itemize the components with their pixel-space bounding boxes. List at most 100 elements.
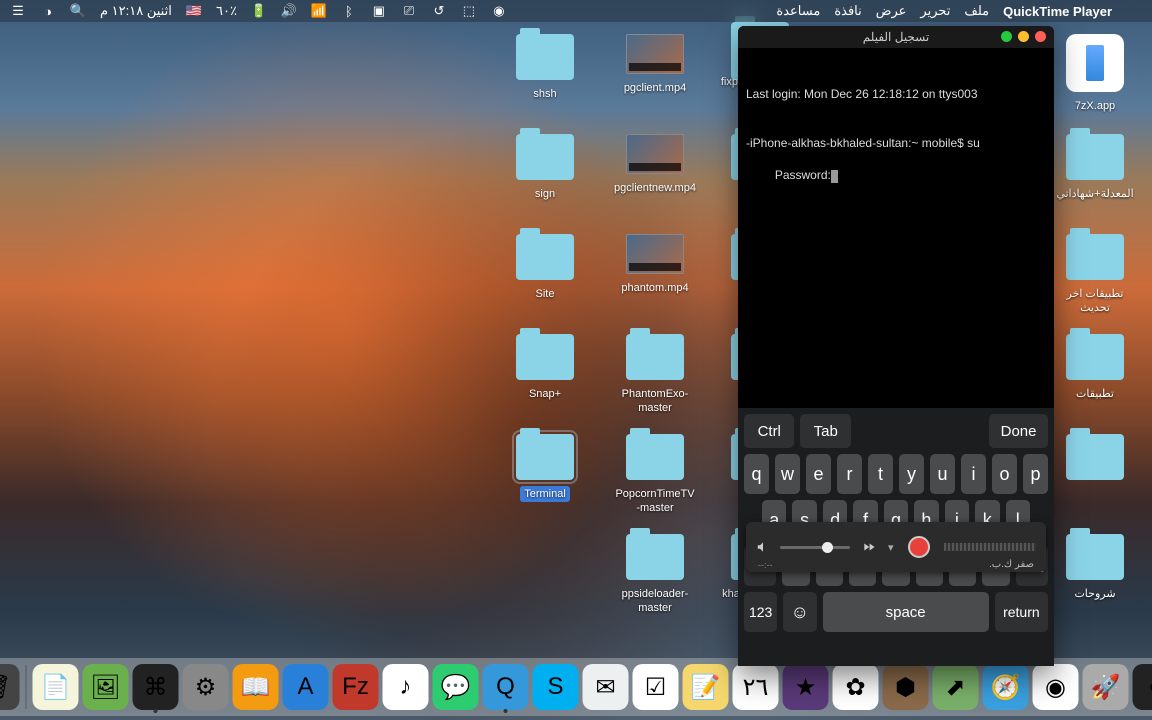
volume-slider[interactable]: [780, 546, 850, 549]
dock-settings[interactable]: ⚙: [183, 664, 229, 710]
dock-appstore[interactable]: A: [283, 664, 329, 710]
desktop-item-label: تطبيقات: [1072, 386, 1118, 402]
desktop-item[interactable]: PopcornTimeTV-master: [610, 434, 700, 517]
forward-icon[interactable]: [860, 540, 878, 554]
menu-file[interactable]: ملف: [964, 3, 989, 19]
key-p[interactable]: p: [1023, 454, 1048, 494]
dock-launcher[interactable]: 🚀: [1083, 664, 1129, 710]
desktop-item[interactable]: 7zX.app: [1050, 34, 1140, 114]
volume-icon[interactable]: 🔊: [281, 3, 297, 19]
desktop-item-label: شروحات: [1070, 586, 1119, 602]
desktop-item[interactable]: المعدلة+شهاداتي: [1050, 134, 1140, 202]
desktop-item[interactable]: شروحات: [1050, 534, 1140, 602]
dock-skype[interactable]: S: [533, 664, 579, 710]
key-ctrl[interactable]: Ctrl: [744, 414, 794, 448]
key-done[interactable]: Done: [989, 414, 1048, 448]
dock-imovie[interactable]: ★: [783, 664, 829, 710]
wifi-icon[interactable]: 📶: [311, 3, 327, 19]
dock-maps[interactable]: ⬈: [933, 664, 979, 710]
dock-trash-desktop[interactable]: 🗑: [0, 664, 20, 710]
close-button[interactable]: [1035, 31, 1046, 42]
dock-messages[interactable]: 💬: [433, 664, 479, 710]
dock-filezilla[interactable]: Fz: [333, 664, 379, 710]
battery-icon[interactable]: 🔋: [251, 3, 267, 19]
desktop-item[interactable]: Terminal: [500, 434, 590, 502]
menu-edit[interactable]: تحرير: [920, 3, 950, 19]
desktop-item[interactable]: [1050, 434, 1140, 498]
dock-cydia[interactable]: ⬢: [883, 664, 929, 710]
dock-notes[interactable]: 📝: [683, 664, 729, 710]
key-emoji[interactable]: ☺: [783, 592, 816, 632]
key-q[interactable]: q: [744, 454, 769, 494]
key-w[interactable]: w: [775, 454, 800, 494]
dock-quicktime[interactable]: Q: [483, 664, 529, 710]
recording-controls[interactable]: ▾ صفر ك.ب. --:--: [746, 522, 1046, 572]
recording-size: صفر ك.ب.: [989, 559, 1034, 570]
dock-ibooks[interactable]: 📖: [233, 664, 279, 710]
desktop-item[interactable]: تطبيقات اخر تحديث: [1050, 234, 1140, 317]
dock-siri[interactable]: ◐: [1133, 664, 1152, 710]
app-name[interactable]: QuickTime Player: [1003, 4, 1112, 19]
dropbox-icon[interactable]: ⬚: [461, 3, 477, 19]
dock-calendar[interactable]: ٢٦: [733, 664, 779, 710]
key-o[interactable]: o: [992, 454, 1017, 494]
volume-icon[interactable]: [756, 540, 770, 554]
key-return[interactable]: return: [995, 592, 1048, 632]
desktop-item[interactable]: Snap+: [500, 334, 590, 402]
key-e[interactable]: e: [806, 454, 831, 494]
traffic-lights: [1001, 31, 1046, 42]
record-indicator-icon[interactable]: ◉: [491, 3, 507, 19]
key-i[interactable]: i: [961, 454, 986, 494]
key-t[interactable]: t: [868, 454, 893, 494]
desktop-item[interactable]: shsh: [500, 34, 590, 102]
key-r[interactable]: r: [837, 454, 862, 494]
audio-meter: [944, 543, 1036, 551]
desktop-item[interactable]: phantom.mp4: [610, 234, 700, 296]
menu-window[interactable]: نافذة: [834, 3, 861, 19]
chevron-down-icon[interactable]: ▾: [888, 541, 894, 554]
desktop-item[interactable]: Site: [500, 234, 590, 302]
desktop-item-label: Site: [532, 286, 559, 302]
window-titlebar[interactable]: تسجيل الفيلم: [738, 26, 1054, 48]
desktop-item[interactable]: sign: [500, 134, 590, 202]
desktop-item-label: [1091, 493, 1099, 495]
key-u[interactable]: u: [930, 454, 955, 494]
desktop-item[interactable]: pgclientnew.mp4: [610, 134, 700, 196]
minimize-button[interactable]: [1018, 31, 1029, 42]
movie-recording-window[interactable]: تسجيل الفيلم Last login: Mon Dec 26 12:1…: [738, 26, 1054, 666]
dock-terminal[interactable]: ⌘: [133, 664, 179, 710]
hamburger-icon[interactable]: ☰: [10, 3, 26, 19]
terminal-cursor: [831, 170, 838, 183]
dock-photos[interactable]: ✿: [833, 664, 879, 710]
dock-itunes[interactable]: ♪: [383, 664, 429, 710]
timemachine-icon[interactable]: ↺: [431, 3, 447, 19]
menu-view[interactable]: عرض: [876, 3, 907, 19]
key-123[interactable]: 123: [744, 592, 777, 632]
key-space[interactable]: space: [823, 592, 989, 632]
spotlight-icon[interactable]: 🔍: [70, 3, 86, 19]
apple-menu-icon[interactable]: [1126, 3, 1142, 19]
desktop-item-label: المعدلة+شهاداتي: [1052, 186, 1137, 202]
menu-help[interactable]: مساعدة: [776, 3, 820, 19]
desktop-item-label: shsh: [529, 86, 560, 102]
displays-icon[interactable]: ⎚: [401, 3, 417, 19]
recording-time: --:--: [758, 560, 773, 570]
dock-chrome[interactable]: ◉: [1033, 664, 1079, 710]
desktop-item[interactable]: pgclient.mp4: [610, 34, 700, 96]
bluetooth-icon[interactable]: ᛒ: [341, 3, 357, 19]
desktop-item[interactable]: PhantomExo-master: [610, 334, 700, 417]
dock-mail[interactable]: ✉: [583, 664, 629, 710]
dock-notes-stack[interactable]: 📄: [33, 664, 79, 710]
zoom-button[interactable]: [1001, 31, 1012, 42]
dock-preview[interactable]: 🖼: [83, 664, 129, 710]
obs-icon[interactable]: ◑: [40, 3, 56, 19]
record-button[interactable]: [908, 536, 930, 558]
keyboard-flag[interactable]: 🇺🇸: [186, 3, 202, 19]
desktop-item[interactable]: تطبيقات: [1050, 334, 1140, 402]
desktop-item[interactable]: ppsideloader-master: [610, 534, 700, 617]
key-tab[interactable]: Tab: [800, 414, 850, 448]
dock-reminders[interactable]: ☑: [633, 664, 679, 710]
dock-safari[interactable]: 🧭: [983, 664, 1029, 710]
key-y[interactable]: y: [899, 454, 924, 494]
airplay-icon[interactable]: ▣: [371, 3, 387, 19]
